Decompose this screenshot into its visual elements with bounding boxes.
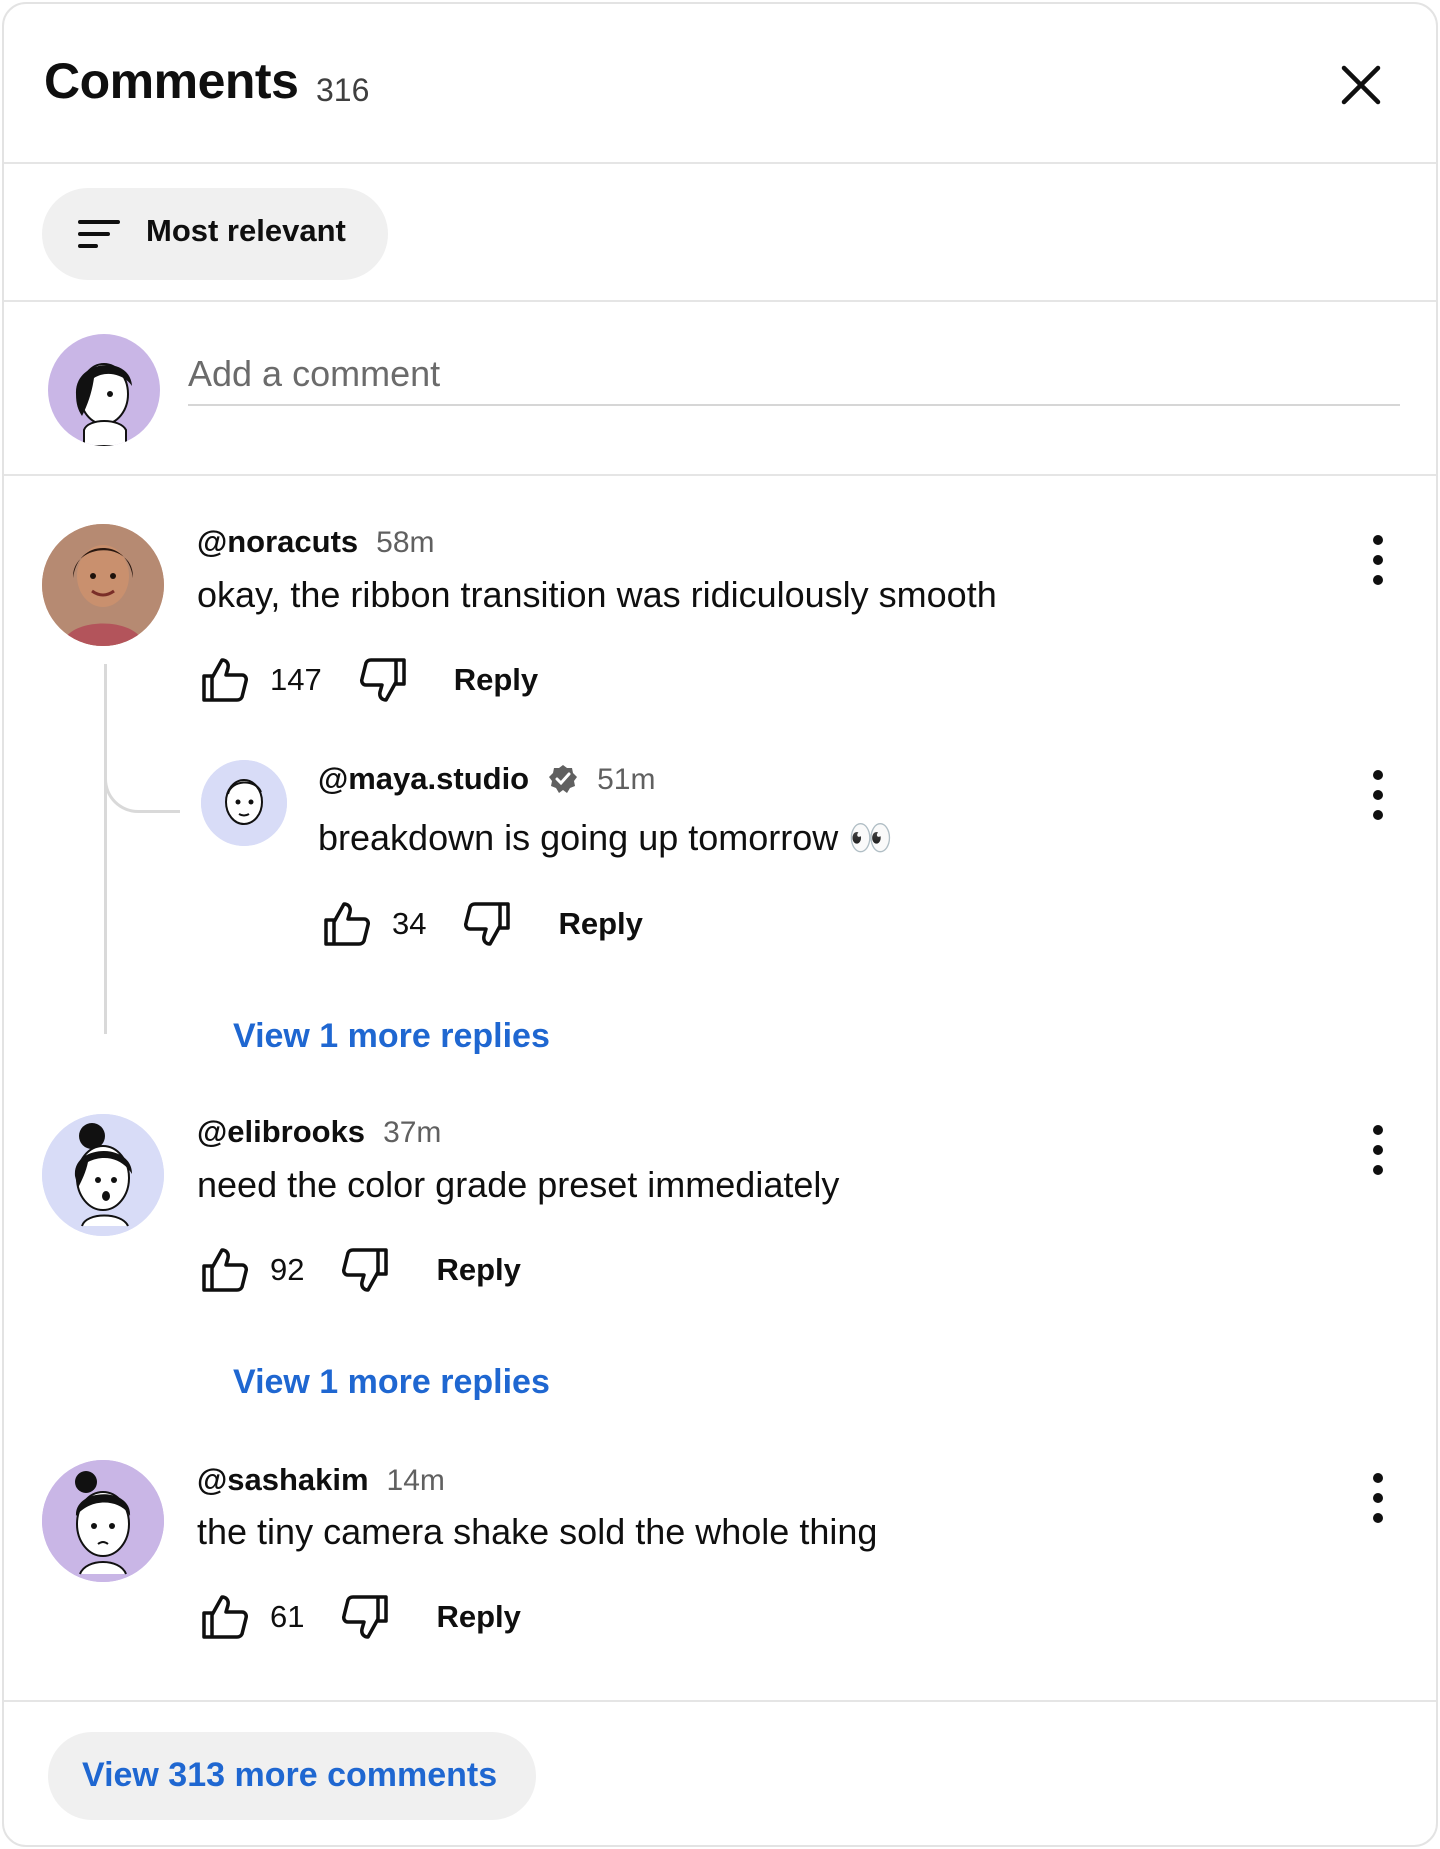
more-options-icon[interactable] xyxy=(1360,1470,1396,1526)
avatar xyxy=(42,1460,164,1582)
reply-actions: 34 Reply xyxy=(320,894,643,954)
reply-button[interactable]: Reply xyxy=(436,1252,520,1288)
comments-panel: Comments 316 Most relevant Add a comment… xyxy=(2,2,1438,1847)
comment-time: 14m xyxy=(386,1464,445,1497)
comment-text: need the color grade preset immediately xyxy=(197,1164,840,1205)
thumbs-up-icon[interactable] xyxy=(198,1244,250,1296)
sort-icon xyxy=(78,220,120,248)
thumbs-up-icon[interactable] xyxy=(320,898,372,950)
close-icon[interactable] xyxy=(1338,62,1384,108)
verified-badge-icon xyxy=(549,765,578,793)
comment-author[interactable]: @sashakim xyxy=(197,1462,369,1498)
thumbs-up-icon[interactable] xyxy=(198,654,250,706)
comment-text: okay, the ribbon transition was ridiculo… xyxy=(197,574,997,615)
avatar xyxy=(42,524,164,646)
avatar xyxy=(42,1114,164,1236)
add-comment-row xyxy=(4,304,1436,476)
thread-connector xyxy=(104,749,180,813)
comment-time: 58m xyxy=(376,526,435,559)
thread-line xyxy=(104,664,107,1034)
thumbs-down-icon[interactable] xyxy=(358,654,410,706)
thumbs-up-icon[interactable] xyxy=(198,1591,250,1643)
comments-footer: View 313 more comments xyxy=(4,1700,1436,1845)
reply-text: breakdown is going up tomorrow 👀 xyxy=(318,817,894,858)
view-more-comments-button[interactable]: View 313 more comments xyxy=(48,1732,536,1820)
avatar xyxy=(201,760,287,846)
comments-count: 316 xyxy=(316,72,370,108)
comment-text: the tiny camera shake sold the whole thi… xyxy=(197,1511,878,1552)
like-count: 92 xyxy=(270,1252,305,1287)
comment-time: 37m xyxy=(383,1116,442,1149)
comments-title: Comments xyxy=(44,53,299,109)
reply-author[interactable]: @maya.studio xyxy=(318,761,529,797)
sort-bar: Most relevant xyxy=(4,166,1436,302)
sort-button[interactable]: Most relevant xyxy=(42,188,388,280)
reply-button[interactable]: Reply xyxy=(436,1599,520,1635)
add-comment-input[interactable] xyxy=(188,344,1400,406)
thumbs-down-icon[interactable] xyxy=(340,1591,392,1643)
thumbs-down-icon[interactable] xyxy=(340,1244,392,1296)
comment-author[interactable]: @noracuts xyxy=(197,524,358,560)
comment-actions: 92 Reply xyxy=(198,1240,521,1300)
view-more-comments-label: View 313 more comments xyxy=(82,1756,498,1794)
comment-actions: 147 Reply xyxy=(198,650,538,710)
like-count: 34 xyxy=(392,906,427,941)
reply-button[interactable]: Reply xyxy=(454,662,538,698)
comment-author[interactable]: @elibrooks xyxy=(197,1114,365,1150)
view-more-replies-link[interactable]: View 1 more replies xyxy=(233,1017,550,1056)
sort-label: Most relevant xyxy=(146,213,346,248)
thumbs-down-icon[interactable] xyxy=(462,898,514,950)
more-options-icon[interactable] xyxy=(1360,532,1396,588)
more-options-icon[interactable] xyxy=(1360,1122,1396,1178)
comments-header: Comments 316 xyxy=(4,4,1436,164)
comment-actions: 61 Reply xyxy=(198,1587,521,1647)
more-options-icon[interactable] xyxy=(1360,767,1396,823)
like-count: 61 xyxy=(270,1599,305,1634)
reply-button[interactable]: Reply xyxy=(558,906,642,942)
like-count: 147 xyxy=(270,662,322,697)
current-user-avatar xyxy=(48,334,160,446)
reply-time: 51m xyxy=(597,763,656,796)
view-more-replies-link[interactable]: View 1 more replies xyxy=(233,1363,550,1402)
